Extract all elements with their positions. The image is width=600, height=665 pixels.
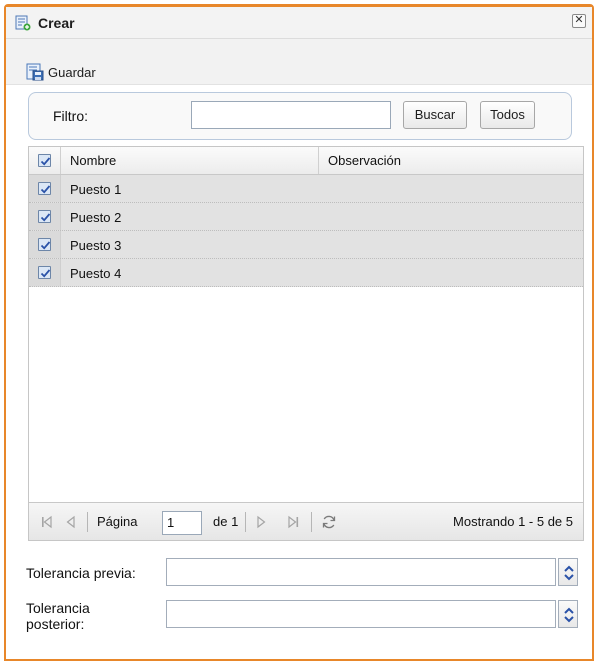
cell-nombre: Puesto 1 — [70, 182, 122, 197]
header-check-cell — [29, 147, 61, 174]
dialog-titlebar[interactable]: Crear ✕ — [6, 7, 592, 39]
prev-page-icon[interactable] — [63, 514, 79, 530]
save-icon — [26, 63, 44, 81]
search-button[interactable]: Buscar — [403, 101, 467, 129]
tolerancia-previa-spinner[interactable] — [558, 558, 578, 586]
pager-separator — [87, 512, 88, 532]
column-header-nombre[interactable]: Nombre — [61, 147, 319, 174]
table-row[interactable]: Puesto 4 — [29, 259, 583, 287]
page-count-label: de 1 — [213, 514, 239, 529]
tolerancia-posterior-label-line2: posterior: — [26, 616, 85, 632]
save-button[interactable]: Guardar — [26, 61, 96, 83]
filter-panel: Filtro: Buscar Todos — [28, 92, 572, 140]
table-row[interactable]: Puesto 2 — [29, 203, 583, 231]
filter-input[interactable] — [191, 101, 391, 129]
row-checkbox[interactable] — [38, 266, 51, 279]
row-checkbox[interactable] — [38, 238, 51, 251]
dialog-title: Crear — [38, 15, 75, 31]
row-check-cell — [29, 175, 61, 202]
next-page-icon[interactable] — [253, 514, 269, 530]
pager-separator — [311, 512, 312, 532]
row-check-cell — [29, 203, 61, 230]
grid-header: Nombre Observación — [29, 147, 583, 175]
first-page-icon[interactable] — [39, 514, 55, 530]
spinner-icon — [564, 565, 574, 581]
filter-label: Filtro: — [53, 108, 88, 124]
column-header-label: Observación — [328, 153, 401, 168]
row-check-cell — [29, 231, 61, 258]
spinner-icon — [564, 607, 574, 623]
toolbar: Guardar — [6, 39, 592, 85]
tolerancia-posterior-spinner[interactable] — [558, 600, 578, 628]
pagination-bar: Página 1 de 1 Mostrando 1 - 5 de 5 — [29, 502, 583, 540]
tolerancia-previa-label: Tolerancia previa: — [26, 565, 136, 581]
page-label: Página — [97, 514, 138, 529]
tolerancia-posterior-input[interactable] — [166, 600, 556, 628]
select-all-checkbox[interactable] — [38, 154, 51, 167]
column-header-observacion[interactable]: Observación — [319, 147, 583, 174]
show-all-button[interactable]: Todos — [480, 101, 535, 129]
last-page-icon[interactable] — [285, 514, 301, 530]
pagination-summary: Mostrando 1 - 5 de 5 — [453, 514, 573, 529]
positions-grid: Nombre Observación Puesto 1 Puesto 2 Pue… — [28, 146, 584, 541]
cell-nombre: Puesto 3 — [70, 238, 122, 253]
cell-nombre: Puesto 4 — [70, 266, 122, 281]
row-checkbox[interactable] — [38, 182, 51, 195]
row-check-cell — [29, 259, 61, 286]
pager-separator — [245, 512, 246, 532]
column-header-label: Nombre — [70, 153, 117, 168]
table-row[interactable]: Puesto 1 — [29, 175, 583, 203]
row-checkbox[interactable] — [38, 210, 51, 223]
tolerancia-posterior-label-line1: Tolerancia — [26, 600, 90, 616]
document-add-icon — [15, 15, 31, 31]
close-icon[interactable]: ✕ — [572, 14, 586, 28]
cell-nombre: Puesto 2 — [70, 210, 122, 225]
tolerancia-posterior-label: Tolerancia posterior: — [26, 600, 90, 632]
page-number-input[interactable]: 1 — [162, 511, 202, 535]
tolerancia-previa-input[interactable] — [166, 558, 556, 586]
save-label: Guardar — [48, 64, 96, 80]
refresh-icon[interactable] — [321, 514, 337, 530]
table-row[interactable]: Puesto 3 — [29, 231, 583, 259]
